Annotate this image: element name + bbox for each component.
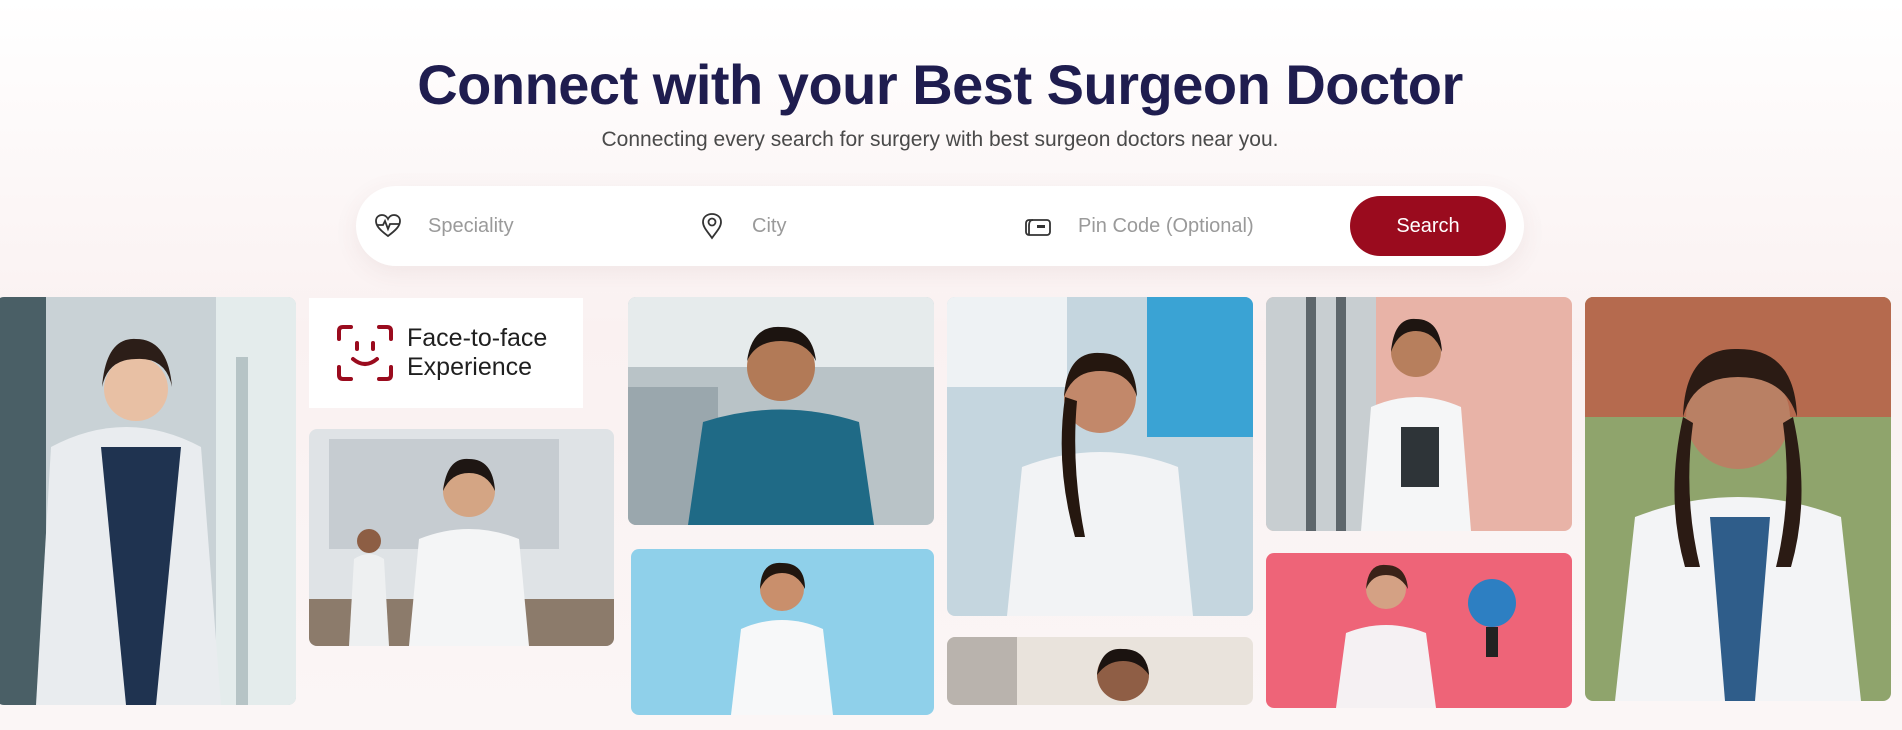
speciality-input[interactable] [428,214,658,238]
pincode-field[interactable] [1024,186,1348,266]
doctor-photo [947,637,1253,705]
page-subtitle: Connecting every search for surgery with… [601,128,1279,151]
search-button[interactable]: Search [1350,196,1506,256]
feature-card-line2: Experience [407,353,533,381]
page-title: Connect with your Best Surgeon Doctor [417,53,1463,116]
doctor-photo [309,429,614,646]
pincode-input[interactable] [1078,214,1348,238]
city-field[interactable] [698,186,982,266]
location-pin-icon [698,212,726,240]
doctor-photo [1585,297,1891,701]
doctor-photo [1266,297,1572,531]
face-scan-icon [337,325,393,381]
doctor-photo [631,549,934,715]
doctor-photo [947,297,1253,616]
speciality-field[interactable] [374,186,658,266]
feature-card: Face-to-face Experience [309,298,583,408]
search-bar: Search [356,186,1524,266]
city-input[interactable] [752,214,982,238]
feature-card-line1: Face-to-face [407,324,548,352]
postbox-icon [1024,212,1052,240]
doctor-photo [0,297,296,705]
doctor-photo [1266,553,1572,708]
doctor-photo [628,297,934,525]
heart-pulse-icon [374,212,402,240]
